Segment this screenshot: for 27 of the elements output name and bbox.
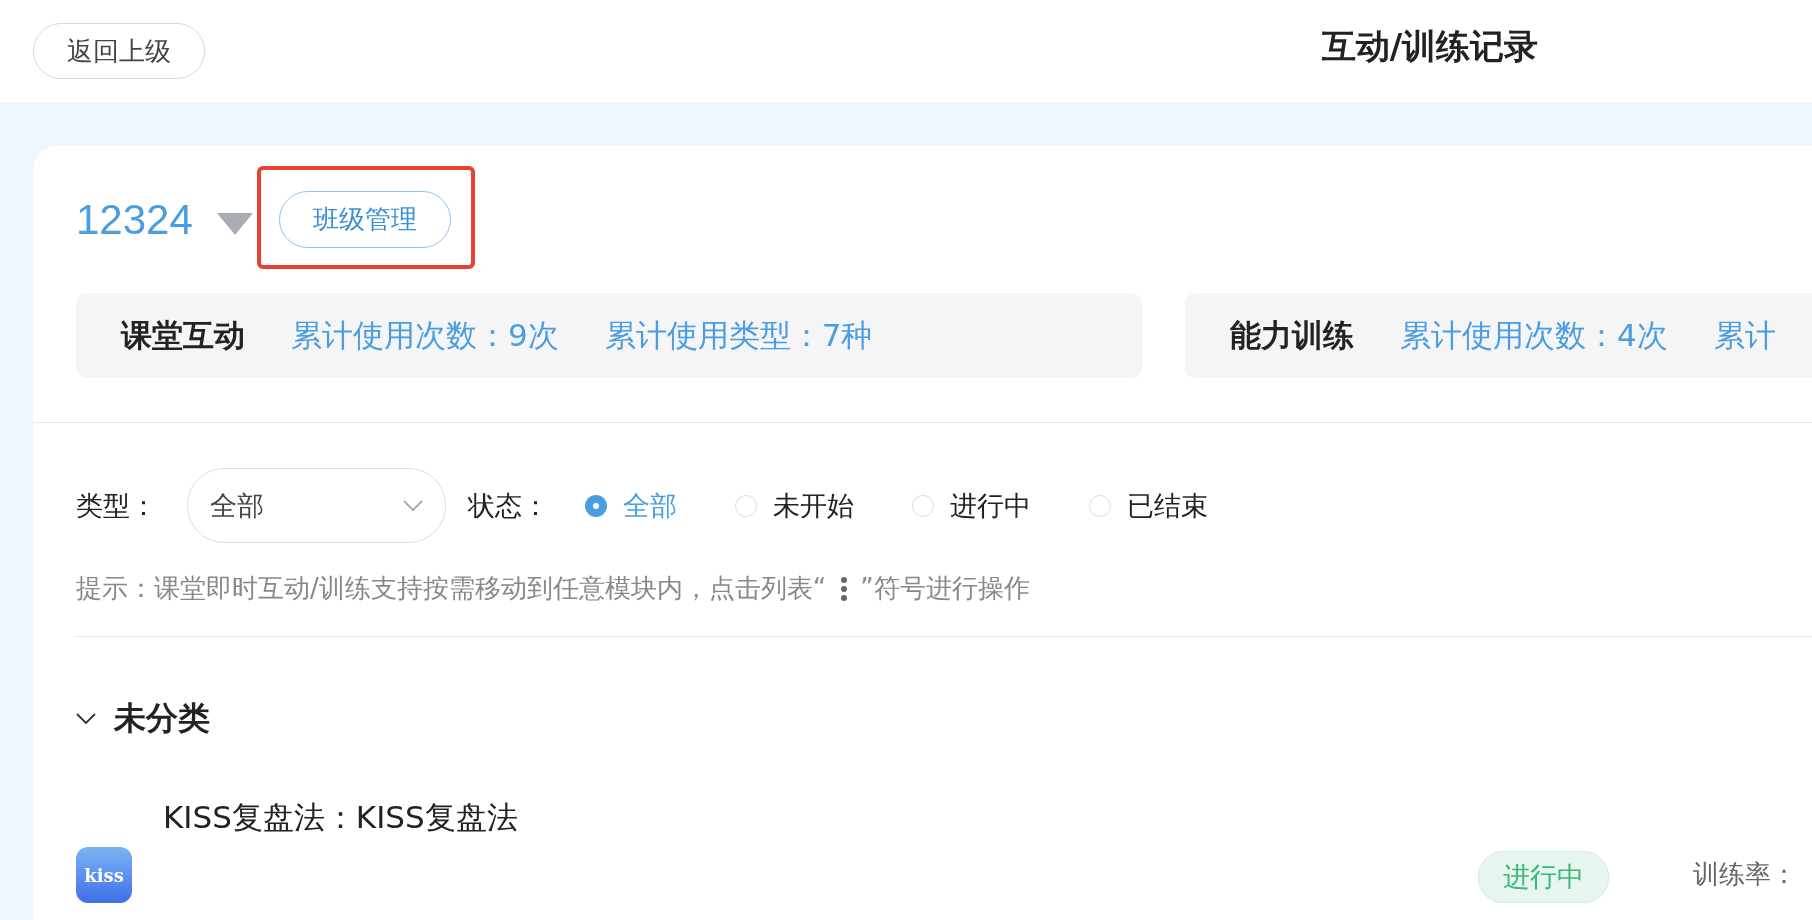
stats-value: 累计使用次数：9次 <box>291 315 559 355</box>
type-label: 类型： <box>76 488 157 523</box>
radio-button[interactable] <box>585 494 607 517</box>
stats-value: 累计使用类型：7种 <box>604 315 873 355</box>
app-logo: kiss <box>76 847 132 903</box>
type-select[interactable]: 全部 <box>187 468 446 543</box>
stats-value: 累计使用次数：4次 <box>1400 315 1668 355</box>
back-button[interactable]: 返回上级 <box>33 23 205 79</box>
metric-label: 训练率： <box>1693 858 1797 891</box>
chevron-down-icon <box>403 499 423 512</box>
section-title: 未分类 <box>114 698 210 739</box>
dropdown-triangle-icon[interactable] <box>216 212 253 235</box>
stats-value: 累计 <box>1713 315 1776 355</box>
item-title[interactable]: KISS复盘法：KISS复盘法 <box>163 797 518 839</box>
radio-label[interactable]: 已结束 <box>1127 487 1208 524</box>
page-title: 互动/训练记录 <box>1320 25 1540 68</box>
chevron-down-icon[interactable] <box>76 713 96 725</box>
hint-text: ”符号进行操作 <box>860 572 1030 605</box>
stats-title: 能力训练 <box>1230 315 1354 355</box>
class-name: 12324 <box>76 195 193 244</box>
status-label: 状态： <box>468 488 549 523</box>
stats-title: 课堂互动 <box>121 315 245 355</box>
radio-label[interactable]: 未开始 <box>773 487 854 524</box>
hint-text: 提示：课堂即时互动/训练支持按需移动到任意模块内，点击列表“ <box>76 572 827 605</box>
more-vertical-icon <box>840 576 849 601</box>
radio-label[interactable]: 进行中 <box>950 487 1031 524</box>
status-badge: 进行中 <box>1478 851 1609 903</box>
